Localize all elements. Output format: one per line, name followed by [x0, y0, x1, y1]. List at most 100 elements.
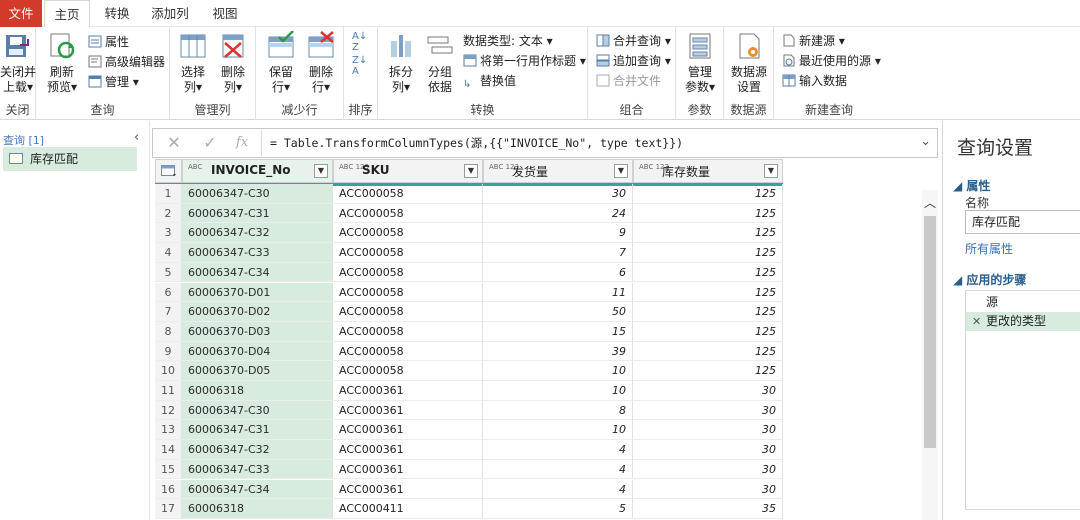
stock-qty-cell[interactable]: 125 — [633, 361, 783, 381]
append-queries-button[interactable]: 追加查询 ▾ — [596, 52, 671, 71]
shipped-qty-cell[interactable]: 7 — [483, 243, 633, 263]
sku-cell[interactable]: ACC000058 — [333, 321, 483, 342]
invoice-cell[interactable]: 60006347-C32 — [182, 440, 333, 460]
table-row[interactable]: 6 60006370-D01 ACC000058 11 125 — [155, 282, 783, 303]
shipped-qty-cell[interactable]: 9 — [483, 223, 633, 244]
shipped-qty-cell[interactable]: 24 — [483, 203, 633, 224]
table-row[interactable]: 4 60006347-C33 ACC000058 7 125 — [155, 243, 783, 263]
step-changed-type[interactable]: ✕ 更改的类型 — [966, 312, 1080, 331]
table-row[interactable]: 7 60006370-D02 ACC000058 50 125 — [155, 302, 783, 322]
replace-values-button[interactable]: ↳ 替换值 — [463, 72, 516, 91]
table-row[interactable]: 2 60006347-C31 ACC000058 24 125 — [155, 203, 783, 224]
sku-cell[interactable]: ACC000058 — [333, 223, 483, 244]
query-name-input[interactable]: 库存匹配 — [965, 210, 1080, 234]
row-number[interactable]: 14 — [155, 440, 182, 460]
table-row[interactable]: 1 60006347-C30 ACC000058 30 125 — [155, 184, 783, 204]
data-type-dropdown[interactable]: 数据类型: 文本 ▾ — [463, 32, 553, 51]
invoice-cell[interactable]: 60006347-C34 — [182, 262, 333, 283]
table-row[interactable]: 14 60006347-C32 ACC000361 4 30 — [155, 440, 783, 460]
manage-parameters-button[interactable]: 管理 参数▾ — [680, 31, 720, 95]
sku-cell[interactable]: ACC000411 — [333, 499, 483, 519]
sku-cell[interactable]: ACC000058 — [333, 282, 483, 303]
tab-file[interactable]: 文件 — [0, 0, 42, 27]
shipped-qty-cell[interactable]: 30 — [483, 184, 633, 204]
row-number[interactable]: 12 — [155, 400, 182, 421]
column-header-shipped[interactable]: ABC 123 发货量 ▼ — [483, 159, 633, 183]
table-row[interactable]: 9 60006370-D04 ACC000058 39 125 — [155, 341, 783, 362]
choose-columns-button[interactable]: 选择 列▾ — [174, 31, 212, 95]
merge-queries-button[interactable]: 合并查询 ▾ — [596, 32, 671, 51]
sku-cell[interactable]: ACC000361 — [333, 420, 483, 441]
stock-qty-cell[interactable]: 125 — [633, 302, 783, 322]
step-source[interactable]: 源 — [966, 293, 1080, 312]
enter-data-button[interactable]: 输入数据 — [782, 72, 847, 91]
keep-rows-button[interactable]: 保留 行▾ — [262, 30, 300, 95]
shipped-qty-cell[interactable]: 8 — [483, 400, 633, 421]
sku-cell[interactable]: ACC000361 — [333, 459, 483, 480]
invoice-cell[interactable]: 60006347-C32 — [182, 223, 333, 244]
invoice-cell[interactable]: 60006347-C31 — [182, 420, 333, 441]
table-row[interactable]: 3 60006347-C32 ACC000058 9 125 — [155, 223, 783, 244]
shipped-qty-cell[interactable]: 15 — [483, 321, 633, 342]
row-number[interactable]: 13 — [155, 420, 182, 441]
stock-qty-cell[interactable]: 125 — [633, 223, 783, 244]
scroll-up-icon[interactable]: ︿ — [924, 194, 936, 211]
filter-dropdown-icon[interactable]: ▼ — [464, 164, 478, 178]
properties-button[interactable]: 属性 — [88, 33, 129, 52]
row-number[interactable]: 11 — [155, 381, 182, 401]
row-number[interactable]: 7 — [155, 302, 182, 322]
table-row[interactable]: 16 60006347-C34 ACC000361 4 30 — [155, 479, 783, 500]
data-source-settings-button[interactable]: 数据源 设置 — [728, 31, 770, 95]
sku-cell[interactable]: ACC000058 — [333, 302, 483, 322]
shipped-qty-cell[interactable]: 50 — [483, 302, 633, 322]
stock-qty-cell[interactable]: 125 — [633, 184, 783, 204]
delete-step-icon[interactable]: ✕ — [972, 312, 981, 331]
row-number[interactable]: 17 — [155, 499, 182, 519]
shipped-qty-cell[interactable]: 4 — [483, 479, 633, 500]
column-header-stock[interactable]: ABC 123 库存数量 ▼ — [633, 159, 783, 183]
tab-add-column[interactable]: 添加列 — [146, 0, 194, 27]
invoice-cell[interactable]: 60006347-C30 — [182, 184, 333, 204]
sort-descending-icon[interactable]: Z↓ A — [352, 55, 367, 77]
table-row[interactable]: 17 60006318 ACC000411 5 35 — [155, 499, 783, 519]
table-row[interactable]: 8 60006370-D03 ACC000058 15 125 — [155, 321, 783, 342]
stock-qty-cell[interactable]: 30 — [633, 381, 783, 401]
invoice-cell[interactable]: 60006347-C31 — [182, 203, 333, 224]
sort-ascending-icon[interactable]: A↓ Z — [352, 31, 367, 53]
filter-dropdown-icon[interactable]: ▼ — [614, 164, 628, 178]
query-item[interactable]: 库存匹配 — [3, 147, 137, 171]
filter-dropdown-icon[interactable]: ▼ — [314, 164, 328, 178]
table-menu-button[interactable] — [155, 159, 182, 183]
group-by-button[interactable]: 分组 依据 — [422, 31, 458, 95]
fx-icon[interactable]: fx — [227, 129, 257, 157]
shipped-qty-cell[interactable]: 5 — [483, 499, 633, 519]
split-column-button[interactable]: 拆分 列▾ — [382, 31, 420, 95]
close-apply-button[interactable]: 关闭并 上载▾ — [0, 31, 36, 95]
invoice-cell[interactable]: 60006347-C33 — [182, 459, 333, 480]
remove-columns-button[interactable]: 删除 列▾ — [214, 31, 252, 95]
sku-cell[interactable]: ACC000058 — [333, 184, 483, 204]
combine-files-button[interactable]: 合并文件 — [596, 72, 661, 91]
first-row-header-button[interactable]: 将第一行用作标题 ▾ — [463, 52, 586, 71]
shipped-qty-cell[interactable]: 10 — [483, 420, 633, 441]
sku-cell[interactable]: ACC000058 — [333, 361, 483, 381]
manage-button[interactable]: 管理 ▾ — [88, 73, 139, 92]
row-number[interactable]: 4 — [155, 243, 182, 263]
column-header-invoice[interactable]: ABC INVOICE_No ▼ — [182, 159, 333, 183]
row-number[interactable]: 9 — [155, 341, 182, 362]
all-properties-link[interactable]: 所有属性 — [965, 240, 1013, 257]
invoice-cell[interactable]: 60006370-D02 — [182, 302, 333, 322]
properties-section-header[interactable]: ◢ 属性 — [953, 177, 990, 194]
refresh-preview-button[interactable]: 刷新 预览▾ — [42, 31, 82, 95]
invoice-cell[interactable]: 60006347-C30 — [182, 400, 333, 421]
row-number[interactable]: 16 — [155, 479, 182, 500]
table-row[interactable]: 12 60006347-C30 ACC000361 8 30 — [155, 400, 783, 421]
table-row[interactable]: 13 60006347-C31 ACC000361 10 30 — [155, 420, 783, 441]
invoice-cell[interactable]: 60006370-D05 — [182, 361, 333, 381]
formula-input[interactable]: = Table.TransformColumnTypes(源,{{"INVOIC… — [261, 130, 907, 156]
shipped-qty-cell[interactable]: 4 — [483, 459, 633, 480]
commit-formula-button[interactable]: ✓ — [195, 129, 225, 157]
new-source-button[interactable]: 新建源 ▾ — [782, 32, 845, 51]
invoice-cell[interactable]: 60006318 — [182, 499, 333, 519]
stock-qty-cell[interactable]: 35 — [633, 499, 783, 519]
